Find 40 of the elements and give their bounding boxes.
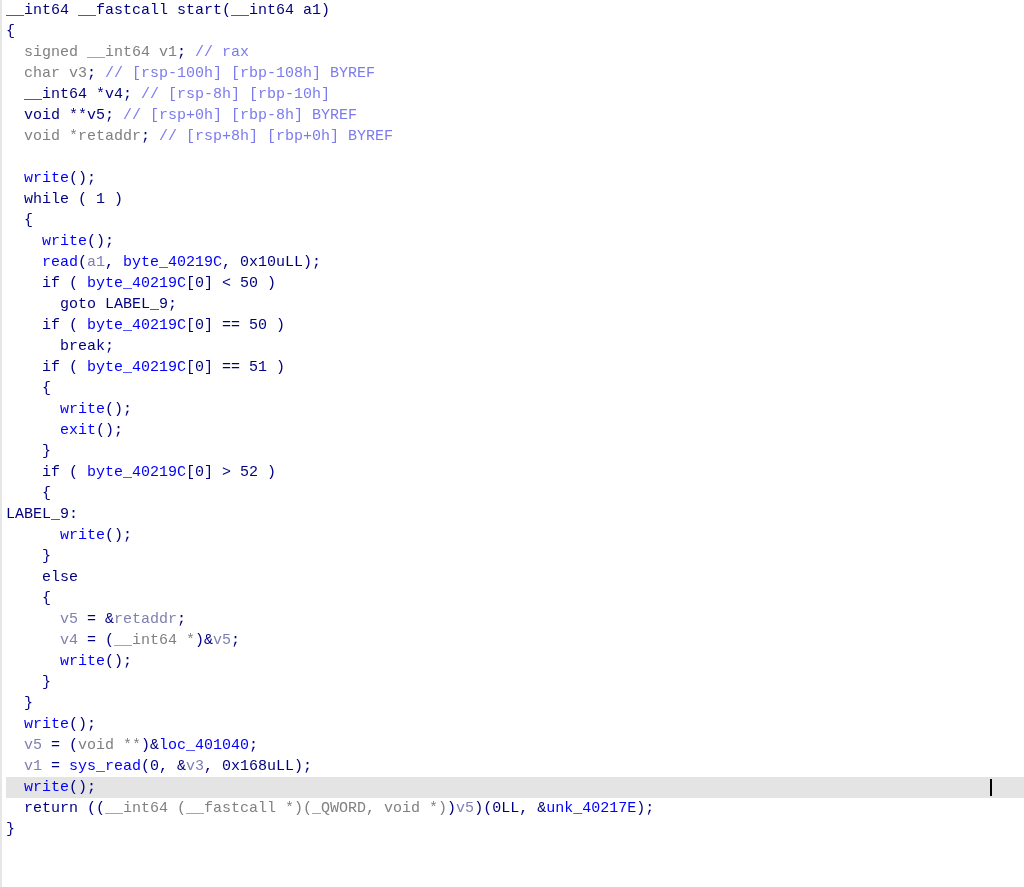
code-line: } [23,694,33,714]
code-line: write(); [59,400,133,420]
code-line: { [41,484,51,504]
text-cursor [990,779,992,796]
code-line: if ( byte_40219C[0] == 50 ) [41,316,286,336]
code-line: if ( byte_40219C[0] == 51 ) [41,358,286,378]
code-line: write(); [41,232,115,252]
code-line: write(); [23,778,97,798]
code-line: void *retaddr; // [rsp+8h] [rbp+0h] BYREF [23,127,394,147]
code-line: write(); [59,526,133,546]
code-line: write(); [23,715,97,735]
code-line: void **v5; // [rsp+0h] [rbp-8h] BYREF [23,106,358,126]
code-line: v5 = (void **)&loc_401040; [23,736,259,756]
code-line: write(); [23,169,97,189]
code-line: char v3; // [rsp-100h] [rbp-108h] BYREF [23,64,376,84]
code-line: __int64 __fastcall start(__int64 a1) [6,1,331,21]
code-line: } [6,820,15,840]
code-line: read(a1, byte_40219C, 0x10uLL); [41,253,322,273]
code-line: { [41,589,51,609]
code-line: } [41,673,51,693]
code-line: { [23,211,33,231]
code-line: goto LABEL_9; [59,295,178,315]
code-line: __int64 *v4; // [rsp-8h] [rbp-10h] [23,85,331,105]
code-line: v5 = &retaddr; [59,610,187,630]
code-line: write(); [59,652,133,672]
code-line: v1 = sys_read(0, &v3, 0x168uLL); [23,757,313,777]
code-line: break; [59,337,115,357]
code-line: { [41,379,51,399]
code-line: else [41,568,78,588]
code-line: exit(); [59,421,124,441]
code-line: while ( 1 ) [23,190,124,210]
code-line: if ( byte_40219C[0] < 50 ) [41,274,277,294]
code-line: LABEL_9: [6,505,78,525]
code-line: } [41,442,51,462]
code-line: signed __int64 v1; // rax [23,43,250,63]
code-line: { [6,22,15,42]
code-line: } [41,547,51,567]
code-line: if ( byte_40219C[0] > 52 ) [41,463,277,483]
code-line: return ((__int64 (__fastcall *)(_QWORD, void *))v5)(0LL, &unk_40217E); [23,799,655,819]
code-line: v4 = (__int64 *)&v5; [59,631,241,651]
